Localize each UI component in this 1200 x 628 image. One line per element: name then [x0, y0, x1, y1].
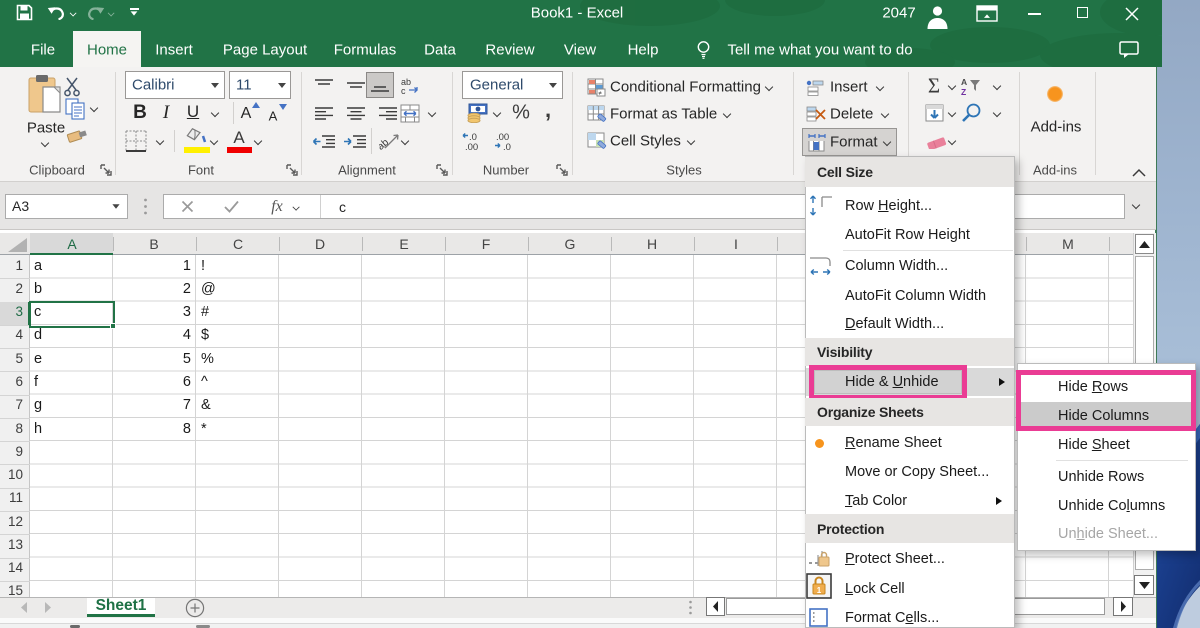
svg-text:A: A — [961, 77, 967, 87]
svg-text:.00: .00 — [465, 142, 478, 152]
svg-text:.0: .0 — [503, 142, 511, 152]
svg-text:c: c — [401, 86, 406, 95]
svg-text:1: 1 — [817, 586, 822, 595]
svg-text:Z: Z — [961, 87, 966, 96]
